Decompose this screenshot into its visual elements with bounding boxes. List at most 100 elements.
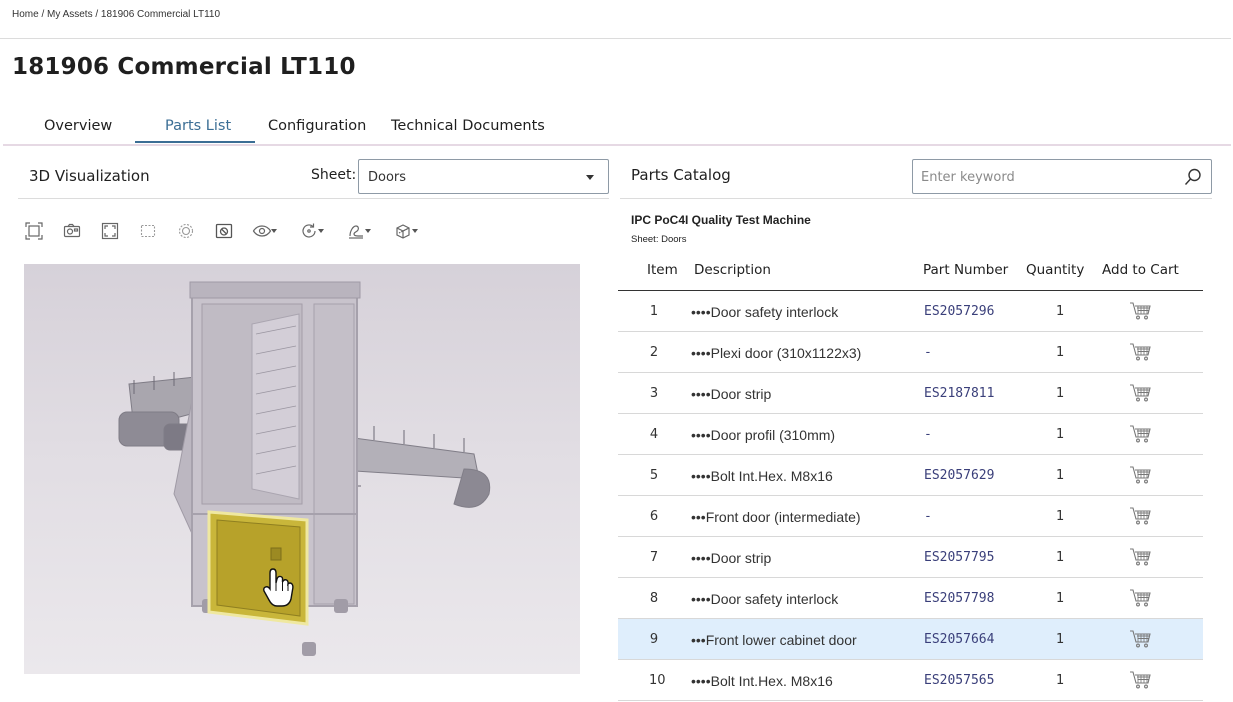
row-part-number: ES2057795 [924, 550, 995, 565]
search-box [912, 159, 1212, 194]
table-row[interactable]: 3 ••••Door strip ES2187811 1 [618, 373, 1203, 414]
row-part-number: ES2057565 [924, 673, 995, 688]
row-item: 10 [649, 673, 666, 688]
breadcrumb[interactable]: Home / My Assets / 181906 Commercial LT1… [12, 9, 220, 20]
cart-icon[interactable] [1129, 424, 1153, 444]
cart-icon[interactable] [1129, 301, 1153, 321]
visualization-title: 3D Visualization [29, 167, 150, 185]
row-quantity: 1 [1056, 386, 1065, 401]
tab-parts-list[interactable]: Parts List [165, 118, 231, 134]
row-part-number: - [924, 427, 932, 442]
row-quantity: 1 [1056, 591, 1065, 606]
row-quantity: 1 [1056, 427, 1065, 442]
row-quantity: 1 [1056, 509, 1065, 524]
render-mode-icon[interactable] [346, 221, 371, 241]
machine-model [118, 281, 491, 656]
row-quantity: 1 [1056, 304, 1065, 319]
column-add-to-cart: Add to Cart [1102, 262, 1179, 278]
isolate-icon[interactable] [214, 221, 234, 241]
table-row[interactable]: 7 ••••Door strip ES2057795 1 [618, 537, 1203, 578]
row-item: 1 [649, 304, 659, 319]
machine-name: IPC PoC4I Quality Test Machine [631, 213, 811, 227]
table-row[interactable]: 5 ••••Bolt Int.Hex. M8x16 ES2057629 1 [618, 455, 1203, 496]
visualization-divider [18, 198, 609, 199]
column-part-number[interactable]: Part Number [923, 262, 1008, 278]
row-part-number: ES2057798 [924, 591, 995, 606]
sheet-label: Sheet: [311, 167, 357, 183]
catalog-sheet-line: Sheet: Doors [631, 234, 687, 245]
rotate-icon[interactable] [299, 221, 324, 241]
parts-table: Item Description Part Number Quantity Ad… [618, 255, 1203, 701]
row-part-number: - [924, 345, 932, 360]
sheet-select[interactable]: Doors [358, 159, 609, 194]
table-row[interactable]: 2 ••••Plexi door (310x1122x3) - 1 [618, 332, 1203, 373]
column-item[interactable]: Item [647, 262, 678, 278]
tab-divider [3, 144, 1231, 146]
tab-bar: Overview Parts List Configuration Techni… [0, 110, 1231, 146]
row-quantity: 1 [1056, 550, 1065, 565]
search-input[interactable] [921, 168, 1171, 186]
row-description: ••••Door strip [691, 550, 772, 566]
row-description: ••••Bolt Int.Hex. M8x16 [691, 673, 833, 689]
column-description[interactable]: Description [694, 262, 771, 278]
fit-view-icon[interactable] [24, 221, 44, 241]
visibility-icon[interactable] [252, 221, 277, 241]
search-icon[interactable] [1183, 167, 1203, 187]
cart-icon[interactable] [1129, 342, 1153, 362]
row-description: •••Front door (intermediate) [691, 509, 861, 525]
cart-icon[interactable] [1129, 383, 1153, 403]
row-item: 5 [649, 468, 659, 483]
table-row[interactable]: 1 ••••Door safety interlock ES2057296 1 [618, 291, 1203, 332]
row-item: 6 [649, 509, 659, 524]
tab-technical-documents[interactable]: Technical Documents [391, 118, 545, 134]
row-item: 9 [649, 632, 659, 647]
row-description: ••••Bolt Int.Hex. M8x16 [691, 468, 833, 484]
row-description: ••••Door strip [691, 386, 772, 402]
row-quantity: 1 [1056, 673, 1065, 688]
chevron-down-icon [586, 175, 594, 180]
row-description: ••••Door safety interlock [691, 304, 839, 320]
active-tab-indicator [135, 141, 255, 143]
cart-icon[interactable] [1129, 588, 1153, 608]
sheet-selected-value: Doors [368, 170, 407, 185]
row-part-number: ES2187811 [924, 386, 995, 401]
row-quantity: 1 [1056, 468, 1065, 483]
top-divider [0, 38, 1231, 39]
selection-box-icon[interactable] [138, 221, 158, 241]
cart-icon[interactable] [1129, 670, 1153, 690]
row-item: 2 [649, 345, 659, 360]
section-icon[interactable] [393, 221, 418, 241]
tab-overview[interactable]: Overview [44, 118, 112, 134]
column-quantity[interactable]: Quantity [1026, 262, 1084, 278]
cart-icon[interactable] [1129, 506, 1153, 526]
row-quantity: 1 [1056, 345, 1065, 360]
3d-viewport[interactable] [24, 264, 580, 674]
catalog-divider [620, 198, 1212, 199]
table-row[interactable]: 9 •••Front lower cabinet door ES2057664 1 [618, 619, 1203, 660]
cart-icon[interactable] [1129, 629, 1153, 649]
row-description: ••••Plexi door (310x1122x3) [691, 345, 862, 361]
explode-icon[interactable] [176, 221, 196, 241]
row-item: 7 [649, 550, 659, 565]
catalog-title: Parts Catalog [631, 166, 731, 184]
fullscreen-icon[interactable] [100, 221, 120, 241]
table-row[interactable]: 10 ••••Bolt Int.Hex. M8x16 ES2057565 1 [618, 660, 1203, 701]
row-item: 8 [649, 591, 659, 606]
cart-icon[interactable] [1129, 547, 1153, 567]
table-header: Item Description Part Number Quantity Ad… [618, 255, 1203, 291]
snapshot-icon[interactable] [62, 221, 82, 241]
row-description: ••••Door profil (310mm) [691, 427, 836, 443]
row-description: ••••Door safety interlock [691, 591, 839, 607]
row-quantity: 1 [1056, 632, 1065, 647]
row-part-number: ES2057296 [924, 304, 995, 319]
row-part-number: ES2057664 [924, 632, 995, 647]
row-part-number: - [924, 509, 932, 524]
row-item: 4 [649, 427, 659, 442]
tab-configuration[interactable]: Configuration [268, 118, 366, 134]
table-row[interactable]: 4 ••••Door profil (310mm) - 1 [618, 414, 1203, 455]
cart-icon[interactable] [1129, 465, 1153, 485]
row-item: 3 [649, 386, 659, 401]
row-part-number: ES2057629 [924, 468, 995, 483]
table-row[interactable]: 6 •••Front door (intermediate) - 1 [618, 496, 1203, 537]
table-row[interactable]: 8 ••••Door safety interlock ES2057798 1 [618, 578, 1203, 619]
